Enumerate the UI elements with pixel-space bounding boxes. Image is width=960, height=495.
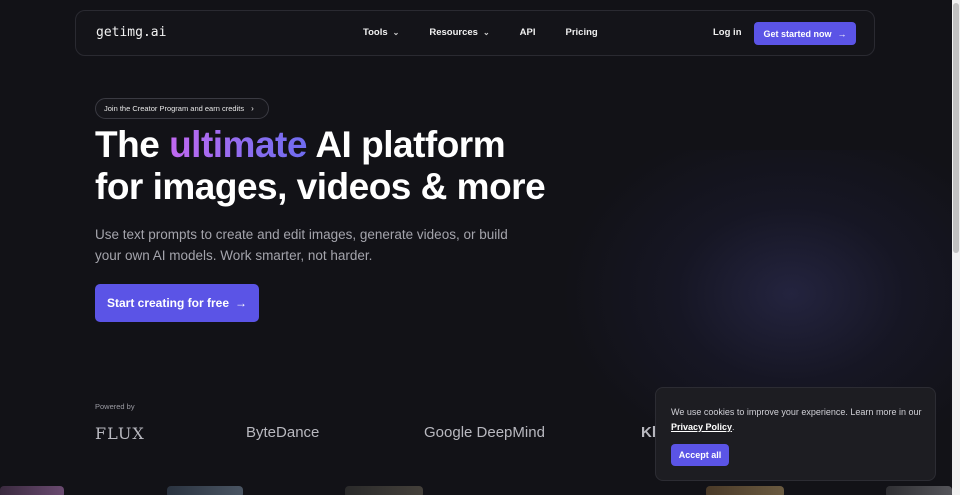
nav-item-label: Tools (363, 27, 388, 38)
get-started-button[interactable]: Get started now → (754, 22, 856, 45)
login-link[interactable]: Log in (713, 27, 742, 38)
accept-all-button[interactable]: Accept all (671, 444, 729, 466)
arrow-right-icon: → (837, 28, 847, 39)
creator-program-pill[interactable]: Join the Creator Program and earn credit… (95, 98, 269, 119)
headline-accent: ultimate (169, 124, 307, 165)
hero-subtext: Use text prompts to create and edit imag… (95, 227, 508, 263)
nav-item-resources[interactable]: Resources ⌄ (429, 27, 489, 38)
headline-part1: The (95, 124, 170, 165)
gallery-thumbnail[interactable] (167, 486, 243, 495)
nav-item-label: Pricing (565, 27, 598, 38)
gallery-thumbnail[interactable] (345, 486, 423, 495)
cookie-banner: We use cookies to improve your experienc… (655, 387, 936, 481)
creator-program-label: Join the Creator Program and earn credit… (104, 104, 245, 113)
privacy-policy-link[interactable]: Privacy Policy (671, 422, 732, 432)
gallery-thumbnail[interactable] (886, 486, 952, 495)
headline-line2: for images, videos & more (95, 166, 546, 207)
scrollbar-thumb[interactable] (953, 3, 959, 253)
google-deepmind-logo: Google DeepMind (424, 424, 545, 441)
nav-item-label: Resources (429, 27, 478, 38)
bytedance-logo: ByteDance (246, 424, 320, 441)
kling-logo: Kl (641, 424, 656, 441)
top-navbar: getimg.ai Tools ⌄ Resources ⌄ API Pricin… (75, 10, 875, 56)
hero-headline: The ultimate AI platform for images, vid… (95, 124, 546, 208)
nav-item-pricing[interactable]: Pricing (565, 27, 597, 38)
gallery-thumbnails (0, 486, 952, 495)
chevron-right-icon: › (251, 104, 254, 113)
chevron-down-icon: ⌄ (392, 28, 400, 37)
nav-links: Tools ⌄ Resources ⌄ API Pricing (363, 27, 628, 38)
powered-by-label: Powered by (95, 402, 135, 411)
gallery-thumbnail[interactable] (0, 486, 64, 495)
cookie-message-end: . (732, 422, 735, 432)
start-creating-label: Start creating for free (106, 296, 230, 310)
start-creating-button[interactable]: Start creating for free → (95, 284, 259, 322)
arrow-right-icon: → (235, 296, 248, 310)
chevron-down-icon: ⌄ (482, 28, 490, 37)
cookie-text: We use cookies to improve your experienc… (671, 405, 926, 435)
flux-logo: FLUX (95, 424, 145, 443)
getimg-logo[interactable]: getimg.ai (96, 25, 166, 40)
nav-item-api[interactable]: API (520, 27, 536, 38)
cookie-message: We use cookies to improve your experienc… (671, 407, 922, 417)
get-started-label: Get started now (763, 28, 832, 39)
nav-item-label: API (519, 27, 536, 38)
nav-item-tools[interactable]: Tools ⌄ (363, 27, 399, 38)
gallery-thumbnail[interactable] (706, 486, 784, 495)
page-scrollbar[interactable] (952, 0, 960, 495)
headline-part2: AI platform (306, 124, 506, 165)
